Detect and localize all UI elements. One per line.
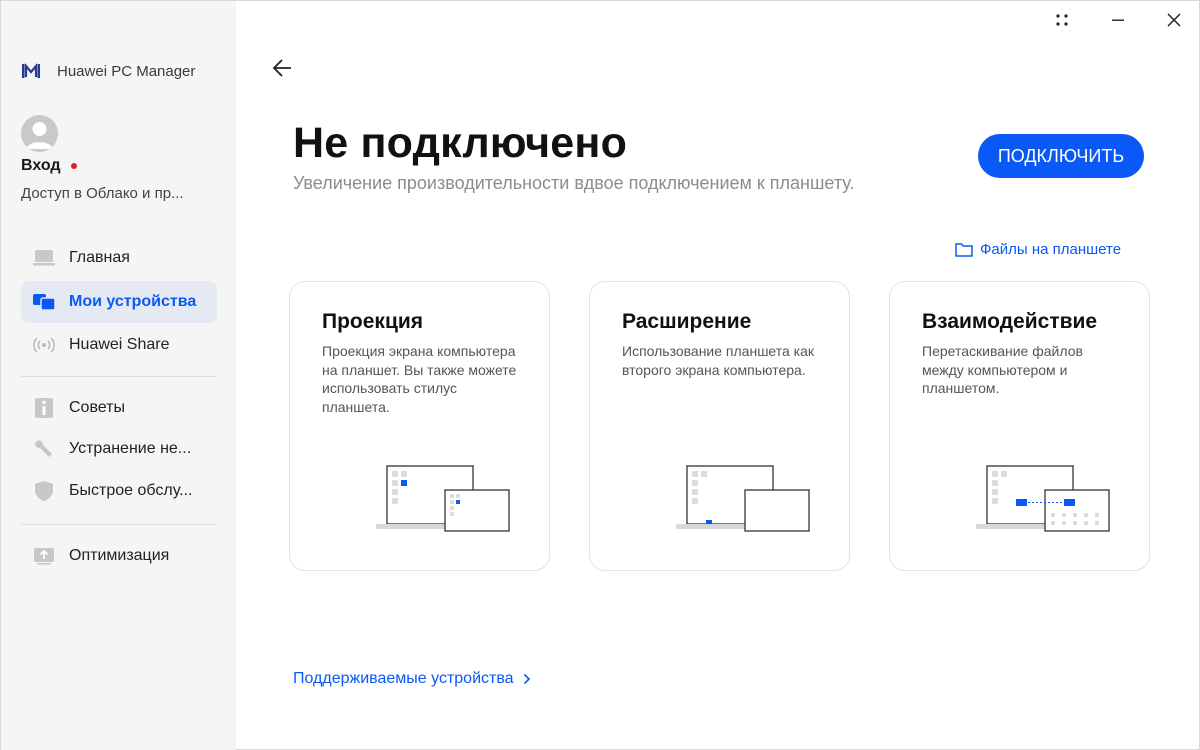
card-title: Взаимодействие	[922, 310, 1098, 333]
sidebar-item-label: Быстрое обслу...	[69, 482, 193, 499]
connect-button[interactable]: ПОДКЛЮЧИТЬ	[978, 134, 1144, 178]
arrow-left-icon	[272, 59, 291, 77]
card-description: Проекция экрана компьютера на планшет. В…	[322, 343, 517, 415]
projection-card[interactable]: Проекция Проекция экрана компьютера на п…	[289, 281, 550, 571]
collaboration-illustration-icon	[976, 465, 1110, 532]
close-button[interactable]	[1159, 7, 1189, 33]
app-logo-icon	[22, 62, 40, 78]
account-subtitle[interactable]: Доступ в Облако и пр...	[21, 185, 184, 202]
share-wireless-icon	[33, 334, 55, 356]
projection-illustration-icon	[376, 465, 510, 532]
app-window: Huawei PC Manager Вход Доступ в Облако и…	[0, 0, 1200, 750]
tablet-files-label: Файлы на планшете	[980, 241, 1122, 258]
extension-illustration-icon	[676, 465, 810, 532]
extension-card[interactable]: Расширение Использование планшета как вт…	[589, 281, 850, 571]
wrench-icon	[33, 438, 55, 460]
dots-grid-icon	[1056, 14, 1068, 26]
login-button[interactable]: Вход	[21, 157, 77, 175]
app-brand: Huawei PC Manager	[21, 61, 195, 81]
folder-icon	[955, 242, 973, 257]
page-title: Не подключено	[293, 119, 628, 167]
sidebar-divider	[21, 376, 217, 377]
notification-dot	[70, 163, 77, 169]
card-title: Проекция	[322, 310, 424, 333]
sidebar: Huawei PC Manager Вход Доступ в Облако и…	[1, 1, 236, 750]
sidebar-item-home[interactable]: Главная	[21, 237, 217, 279]
sidebar-item-troubleshoot[interactable]: Устранение не...	[21, 428, 217, 470]
sidebar-divider	[21, 524, 217, 525]
page-subtitle: Увеличение производительности вдвое подк…	[293, 173, 855, 193]
sidebar-item-tips[interactable]: Советы	[21, 387, 217, 429]
chevron-right-icon	[523, 673, 531, 685]
supported-devices-label: Поддерживаемые устройства	[293, 670, 514, 687]
collaboration-card[interactable]: Взаимодействие Перетаскивание файлов меж…	[889, 281, 1150, 571]
sidebar-item-label: Оптимизация	[69, 547, 170, 564]
sidebar-item-my-devices[interactable]: Мои устройства	[21, 281, 217, 323]
sidebar-item-label: Huawei Share	[69, 336, 170, 353]
card-description: Перетаскивание файлов между компьютером …	[922, 343, 1083, 396]
avatar[interactable]	[21, 115, 58, 152]
supported-devices-link[interactable]: Поддерживаемые устройства	[293, 670, 531, 688]
tips-icon	[33, 397, 55, 419]
sidebar-item-label: Главная	[69, 249, 130, 266]
sidebar-item-huawei-share[interactable]: Huawei Share	[21, 324, 217, 366]
close-icon	[1167, 13, 1181, 27]
sidebar-item-optimize[interactable]: Оптимизация	[21, 535, 217, 577]
optimize-icon	[33, 545, 55, 567]
sidebar-item-label: Мои устройства	[69, 293, 197, 310]
login-label: Вход	[21, 157, 61, 174]
devices-icon	[33, 291, 55, 313]
app-title: Huawei PC Manager	[57, 62, 196, 80]
user-icon	[26, 122, 53, 149]
card-description: Использование планшета как второго экран…	[622, 343, 815, 378]
tablet-files-link[interactable]: Файлы на планшете	[955, 241, 1121, 258]
card-title: Расширение	[622, 310, 752, 333]
sidebar-item-quick-service[interactable]: Быстрое обслу...	[21, 470, 217, 512]
sidebar-item-label: Устранение не...	[69, 440, 192, 457]
menu-button[interactable]	[1047, 7, 1077, 33]
shield-icon	[33, 480, 55, 502]
minimize-icon	[1112, 19, 1124, 21]
laptop-icon	[33, 247, 55, 269]
minimize-button[interactable]	[1103, 7, 1133, 33]
sidebar-item-label: Советы	[69, 399, 125, 416]
back-button[interactable]	[269, 55, 297, 81]
